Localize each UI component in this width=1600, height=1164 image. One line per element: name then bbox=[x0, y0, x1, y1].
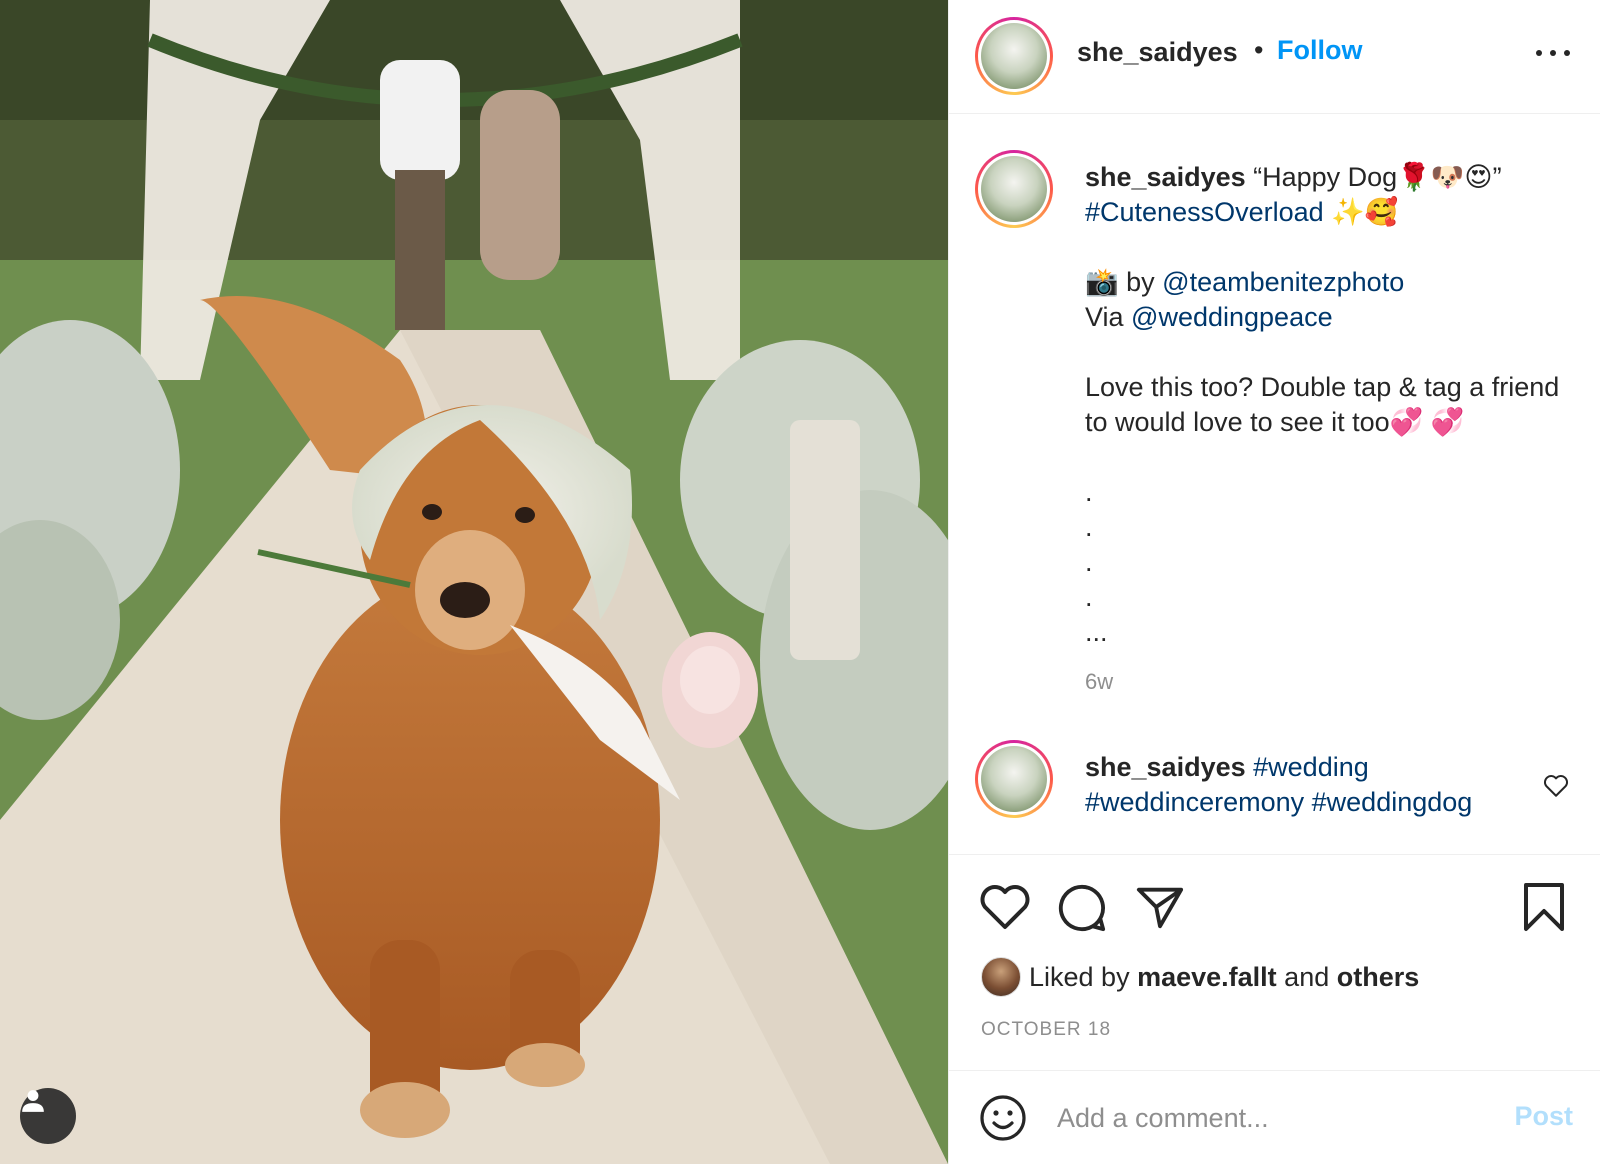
mention-teambenitezphoto[interactable]: @teambenitezphoto bbox=[1162, 267, 1404, 297]
emoji-smiley-icon[interactable] bbox=[979, 1094, 1027, 1142]
avatar-image bbox=[981, 156, 1047, 222]
avatar-image bbox=[981, 746, 1047, 812]
hashtag-cutenessoverload[interactable]: #CutenessOverload bbox=[1085, 197, 1324, 227]
likes-prefix: Liked by bbox=[1029, 961, 1130, 992]
follow-button[interactable]: Follow bbox=[1277, 35, 1362, 66]
hashtag-weddingdog[interactable]: #weddingdog bbox=[1312, 787, 1473, 817]
post-comment-button[interactable]: Post bbox=[1514, 1101, 1573, 1132]
post-header: she_saidyes • Follow bbox=[949, 0, 1600, 114]
hashtag-wedding[interactable]: #wedding bbox=[1253, 752, 1369, 782]
caption-username[interactable]: she_saidyes bbox=[1085, 162, 1246, 192]
separator-dot: • bbox=[1254, 35, 1264, 65]
share-paper-plane-icon[interactable] bbox=[1135, 883, 1185, 931]
caption-emoji: ✨🥰 bbox=[1323, 197, 1399, 227]
likes-others-link[interactable]: others bbox=[1337, 962, 1420, 993]
add-comment-bar: Post bbox=[949, 1070, 1600, 1164]
liker-username[interactable]: maeve.fallt bbox=[1137, 962, 1277, 993]
comment-username[interactable]: she_saidyes bbox=[1085, 752, 1246, 782]
comment-input[interactable] bbox=[1057, 1097, 1477, 1139]
comment-bubble-icon[interactable] bbox=[1057, 883, 1107, 933]
liker-avatar[interactable] bbox=[981, 957, 1021, 997]
mention-weddingpeace[interactable]: @weddingpeace bbox=[1131, 302, 1333, 332]
comment-text: she_saidyes #wedding #weddinceremony #wed… bbox=[1085, 750, 1525, 820]
hashtag-weddinceremony[interactable]: #weddinceremony bbox=[1085, 787, 1304, 817]
post-date[interactable]: OCTOBER 18 bbox=[981, 1019, 1111, 1041]
post-photo[interactable] bbox=[0, 0, 948, 1164]
more-options-icon[interactable] bbox=[1536, 38, 1570, 68]
comment-avatar[interactable] bbox=[975, 740, 1053, 818]
via-label: Via bbox=[1085, 302, 1132, 332]
comments-section: she_saidyes “Happy Dog🌹🐶😍” #CutenessOver… bbox=[949, 114, 1600, 854]
bookmark-save-icon[interactable] bbox=[1521, 881, 1567, 933]
caption-avatar[interactable] bbox=[975, 150, 1053, 228]
by-label: by bbox=[1118, 267, 1163, 297]
user-icon bbox=[22, 1090, 44, 1112]
likes-summary: Liked by maeve.fallt and others bbox=[981, 957, 1419, 997]
tagged-users-button[interactable] bbox=[20, 1088, 76, 1144]
dog-wedding-image bbox=[0, 0, 948, 1164]
caption-dots: . . . . ... bbox=[1085, 477, 1108, 647]
caption-body: Love this too? Double tap & tag a friend… bbox=[1085, 372, 1567, 437]
author-username[interactable]: she_saidyes bbox=[1077, 37, 1238, 68]
likes-middle: and bbox=[1276, 961, 1337, 992]
post-age[interactable]: 6w bbox=[1085, 669, 1113, 695]
post-sidebar: she_saidyes • Follow she_saidyes “Happy … bbox=[948, 0, 1600, 1164]
caption-text: she_saidyes “Happy Dog🌹🐶😍” #CutenessOver… bbox=[1085, 160, 1575, 650]
avatar-image bbox=[981, 23, 1047, 89]
like-heart-icon[interactable] bbox=[979, 883, 1031, 931]
comment-like-heart-icon[interactable] bbox=[1543, 774, 1569, 798]
caption-line1: “Happy Dog🌹🐶😍” bbox=[1245, 162, 1502, 192]
author-avatar[interactable] bbox=[975, 17, 1053, 95]
camera-emoji: 📸 bbox=[1085, 267, 1119, 297]
